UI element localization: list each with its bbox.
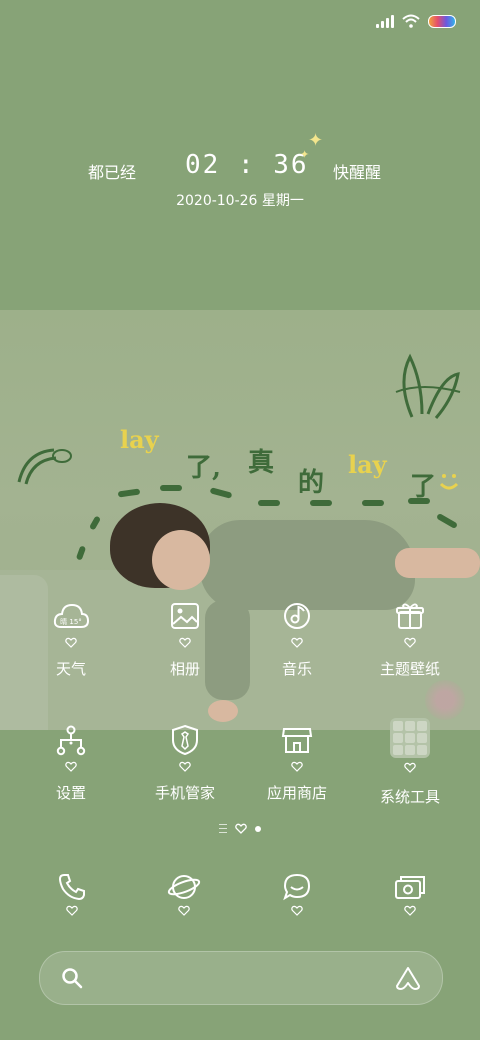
wallpaper-girl-body — [200, 520, 415, 610]
search-bar[interactable] — [39, 951, 443, 1005]
store-icon — [279, 722, 315, 758]
heart-icon — [404, 905, 416, 916]
search-icon — [62, 968, 83, 989]
heart-icon — [179, 761, 191, 772]
heart-icon — [65, 761, 77, 772]
app-label: 手机管家 — [154, 784, 215, 802]
gallery-icon — [167, 598, 203, 634]
dock-messages[interactable] — [257, 872, 337, 916]
wallpaper-text-le: 了, — [186, 453, 222, 483]
weather-badge-text: 晴 15° — [60, 617, 82, 626]
status-bar — [376, 12, 456, 30]
clock-right-text: 快醒醒 — [333, 163, 382, 182]
dock-camera[interactable] — [370, 872, 450, 916]
sparkle-icon: ✦ — [308, 130, 324, 151]
wallpaper-text-lay-1: lay — [120, 425, 159, 454]
app-label: 相册 — [169, 660, 200, 678]
app-tools-folder[interactable]: 系统工具 — [355, 718, 465, 807]
signal-icon — [376, 14, 394, 28]
heart-icon — [404, 637, 416, 648]
security-icon — [167, 722, 203, 758]
camera-icon — [395, 876, 425, 899]
wallpaper-girl-hand — [208, 700, 238, 722]
messages-icon — [283, 873, 311, 901]
app-label: 设置 — [55, 784, 86, 802]
heart-icon — [291, 761, 303, 772]
app-settings[interactable]: 设置 — [16, 722, 126, 803]
page-indicator-dot — [255, 825, 261, 832]
wallpaper-girl-face — [152, 530, 210, 590]
heart-icon — [404, 762, 416, 773]
battery-icon — [428, 14, 456, 28]
heart-icon — [66, 905, 78, 916]
tools-folder-icon — [390, 718, 430, 758]
heart-icon — [291, 905, 303, 916]
heart-icon — [178, 905, 190, 916]
wallpaper-dash — [362, 500, 384, 506]
heart-icon — [65, 637, 77, 648]
browser-icon — [167, 875, 201, 899]
app-label: 音乐 — [281, 660, 312, 678]
wallpaper-dash — [258, 500, 280, 506]
wallpaper-girl-legs — [395, 548, 480, 578]
app-gallery[interactable]: 相册 — [130, 598, 240, 679]
app-weather[interactable]: 晴 15° 天气 — [16, 598, 126, 679]
assistant-icon[interactable] — [394, 965, 422, 991]
wallpaper-dash — [408, 498, 430, 504]
rainbow-doodle-icon — [17, 448, 72, 485]
wifi-icon — [402, 14, 420, 28]
clock-widget[interactable]: 都已经 02 : 36 快醒醒 — [0, 150, 480, 190]
weather-icon: 晴 15° — [53, 598, 89, 634]
wallpaper-flower — [425, 680, 465, 720]
date-text: 2020-10-26 星期一 — [176, 193, 304, 209]
heart-icon — [179, 637, 191, 648]
app-label: 系统工具 — [379, 788, 440, 806]
app-music[interactable]: 音乐 — [242, 598, 352, 679]
page-indicator-menu-icon — [219, 824, 227, 833]
wallpaper-dash — [160, 485, 182, 491]
dock-browser[interactable] — [144, 872, 224, 916]
clock-time: 02 : 36 — [185, 150, 309, 180]
smile-doodle-icon — [439, 474, 459, 490]
sparkle-icon: ✦ — [300, 148, 310, 161]
heart-icon — [291, 637, 303, 648]
wallpaper-text-lay-2: lay — [348, 450, 387, 479]
wallpaper-text-de: 的 — [298, 468, 325, 498]
app-security[interactable]: 手机管家 — [130, 722, 240, 803]
theme-icon — [392, 598, 428, 634]
settings-icon — [53, 722, 89, 758]
music-icon — [279, 598, 315, 634]
app-label: 主题壁纸 — [379, 660, 440, 678]
app-theme[interactable]: 主题壁纸 — [355, 598, 465, 679]
page-indicator[interactable] — [0, 823, 480, 834]
clock-left-text: 都已经 — [88, 163, 137, 182]
app-label: 天气 — [55, 660, 86, 678]
phone-icon — [58, 874, 85, 901]
bunny-ears-doodle-icon — [395, 353, 461, 419]
page-indicator-heart-icon — [235, 823, 247, 834]
wallpaper-dash — [310, 500, 332, 506]
dock-phone[interactable] — [32, 872, 112, 916]
wallpaper-text-zhen: 真 — [248, 448, 275, 478]
app-label: 应用商店 — [266, 784, 327, 802]
app-store[interactable]: 应用商店 — [242, 722, 352, 803]
